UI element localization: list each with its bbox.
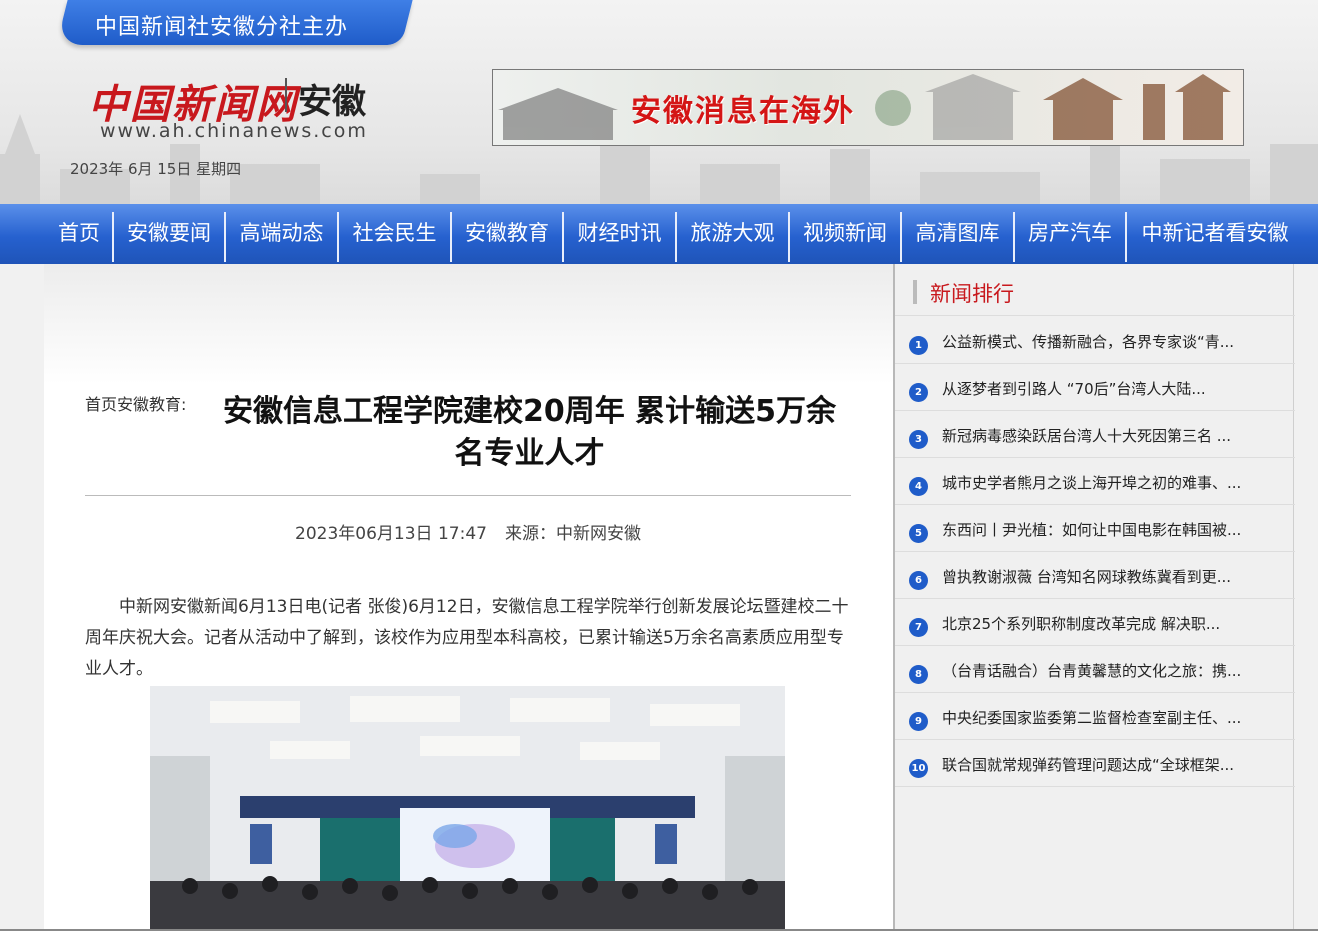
- ranking-item[interactable]: 9 中央纪委国家监委第二监督检查室副主任、...: [895, 693, 1295, 740]
- nav-item-travel[interactable]: 旅游大观: [677, 204, 788, 264]
- ranking-item-link[interactable]: 联合国就常规弹药管理问题达成“全球框架...: [942, 754, 1252, 775]
- rank-number-badge: 1: [909, 336, 928, 355]
- ranking-item[interactable]: 8 （台青话融合）台青黄馨慧的文化之旅：携...: [895, 646, 1295, 693]
- news-ranking-panel: 新闻排行 1 公益新模式、传播新融合，各界专家谈“青... 2 从逐梦者到引路人…: [893, 264, 1295, 931]
- ranking-item[interactable]: 4 城市史学者熊月之谈上海开埠之初的难事、...: [895, 458, 1295, 505]
- ranking-item[interactable]: 7 北京25个系列职称制度改革完成 解决职...: [895, 599, 1295, 646]
- banner-title: 安徽消息在海外: [631, 94, 855, 129]
- nav-item-property-auto[interactable]: 房产汽车: [1015, 204, 1125, 264]
- nav-item-high-level[interactable]: 高端动态: [226, 204, 337, 264]
- site-header: 中国新闻社安徽分社主办 中国新闻网 安徽 www.ah.chinanews.co…: [0, 0, 1318, 204]
- article-title: 安徽信息工程学院建校20周年 累计输送5万余名专业人才: [222, 394, 837, 471]
- logo-region[interactable]: 安徽: [298, 74, 366, 123]
- nav-item-society[interactable]: 社会民生: [339, 204, 450, 264]
- nav-item-gallery[interactable]: 高清图库: [902, 204, 1013, 264]
- ranking-item[interactable]: 5 东西问丨尹光植：如何让中国电影在韩国被...: [895, 505, 1295, 552]
- nav-item-finance[interactable]: 财经时讯: [564, 204, 675, 264]
- rank-number-badge: 5: [909, 524, 928, 543]
- ranking-item-link[interactable]: 新冠病毒感染跃居台湾人十大死因第三名 ...: [942, 425, 1252, 446]
- rank-number-badge: 10: [909, 759, 928, 778]
- ranking-title: 新闻排行: [930, 282, 1014, 306]
- rank-number-badge: 7: [909, 618, 928, 637]
- ranking-item[interactable]: 1 公益新模式、传播新融合，各界专家谈“青...: [895, 317, 1295, 364]
- header-banner[interactable]: 安徽消息在海外: [492, 69, 1244, 146]
- article-paragraph: 中新网安徽新闻6月13日电(记者 张俊)6月12日，安徽信息工程学院举行创新发展…: [85, 597, 849, 679]
- article-photo: [150, 686, 785, 931]
- article-meta: 2023年06月13日 17:47 来源：中新网安徽: [85, 519, 851, 544]
- ranking-item-link[interactable]: （台青话融合）台青黄馨慧的文化之旅：携...: [942, 660, 1252, 681]
- rank-number-badge: 2: [909, 383, 928, 402]
- current-date: 2023年 6月 15日 星期四: [70, 160, 242, 178]
- site-url: www.ah.chinanews.com: [100, 120, 368, 142]
- ranking-item-link[interactable]: 北京25个系列职称制度改革完成 解决职...: [942, 613, 1252, 634]
- sponsor-label: 中国新闻社安徽分社主办: [95, 15, 349, 40]
- logo-divider: [285, 78, 287, 112]
- ranking-header-bar: [913, 280, 917, 304]
- rank-number-badge: 4: [909, 477, 928, 496]
- article-source: 来源：中新网安徽: [504, 524, 641, 544]
- rank-number-badge: 3: [909, 430, 928, 449]
- nav-item-reporters[interactable]: 中新记者看安徽: [1127, 204, 1303, 264]
- ranking-item-link[interactable]: 中央纪委国家监委第二监督检查室副主任、...: [942, 707, 1252, 728]
- ranking-item-link[interactable]: 公益新模式、传播新融合，各界专家谈“青...: [942, 331, 1252, 352]
- rank-number-badge: 8: [909, 665, 928, 684]
- title-divider: [85, 495, 851, 496]
- article-header-shade: [44, 264, 893, 384]
- rank-number-badge: 6: [909, 571, 928, 590]
- nav-item-anhui-news[interactable]: 安徽要闻: [114, 204, 224, 264]
- main-navigation: 首页 安徽要闻 高端动态 社会民生 安徽教育 财经时讯 旅游大观 视频新闻 高清…: [0, 204, 1318, 264]
- nav-item-video[interactable]: 视频新闻: [790, 204, 900, 264]
- rank-number-badge: 9: [909, 712, 928, 731]
- ranking-item[interactable]: 2 从逐梦者到引路人 “70后”台湾人大陆...: [895, 364, 1295, 411]
- breadcrumb[interactable]: 首页安徽教育:: [85, 391, 186, 415]
- ranking-item-link[interactable]: 东西问丨尹光植：如何让中国电影在韩国被...: [942, 519, 1252, 540]
- ranking-item-link[interactable]: 从逐梦者到引路人 “70后”台湾人大陆...: [942, 378, 1252, 399]
- ranking-item[interactable]: 3 新冠病毒感染跃居台湾人十大死因第三名 ...: [895, 411, 1295, 458]
- ranking-item[interactable]: 6 曾执教谢淑薇 台湾知名网球教练冀看到更...: [895, 552, 1295, 599]
- ranking-item-link[interactable]: 曾执教谢淑薇 台湾知名网球教练冀看到更...: [942, 566, 1252, 587]
- nav-item-home[interactable]: 首页: [50, 204, 108, 264]
- article-datetime: 2023年06月13日 17:47: [295, 524, 487, 544]
- ranking-item[interactable]: 10 联合国就常规弹药管理问题达成“全球框架...: [895, 740, 1295, 787]
- banner-illustration: [498, 74, 1231, 140]
- ranking-header: 新闻排行: [895, 264, 1295, 316]
- article-panel: 首页安徽教育: 安徽信息工程学院建校20周年 累计输送5万余名专业人才 2023…: [44, 264, 893, 931]
- ranking-item-link[interactable]: 城市史学者熊月之谈上海开埠之初的难事、...: [942, 472, 1252, 493]
- nav-item-education[interactable]: 安徽教育: [452, 204, 562, 264]
- conference-hall-image: [150, 686, 785, 931]
